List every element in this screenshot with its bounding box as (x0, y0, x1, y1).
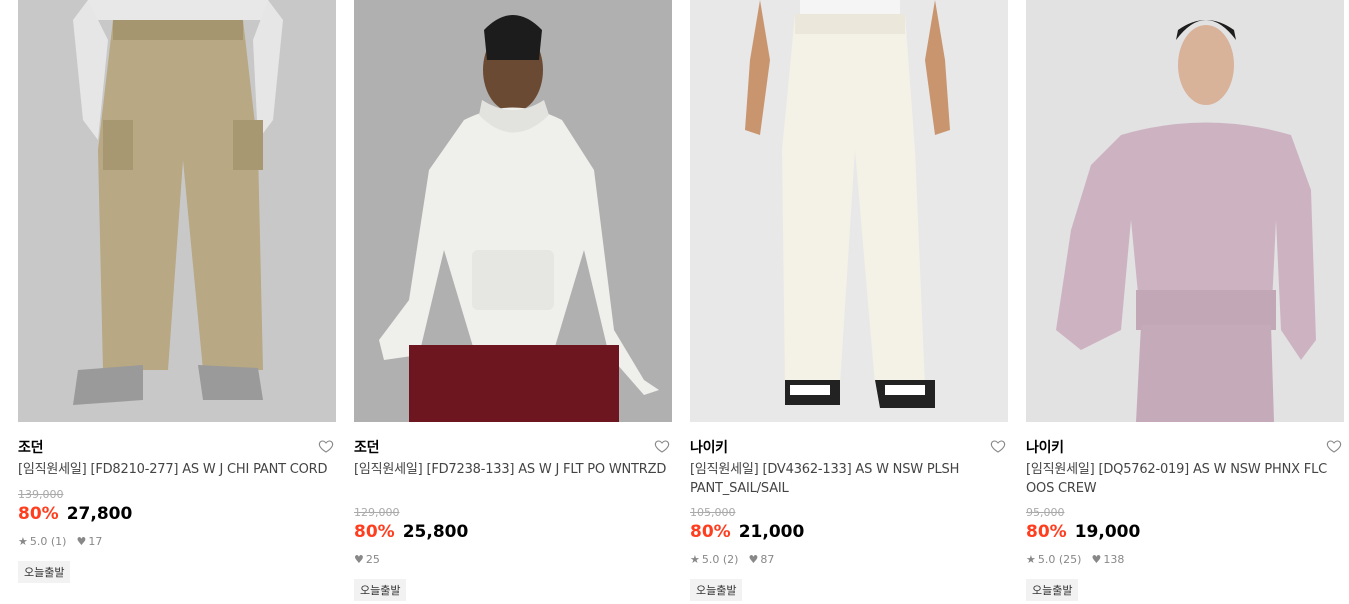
product-card[interactable]: 나이키 [임직원세일] [DV4362-133] AS W NSW PLSH P… (690, 0, 1008, 604)
like-count: 17 (88, 535, 103, 548)
product-image[interactable] (18, 0, 336, 422)
discount-rate: 80% (18, 504, 59, 524)
sale-price: 80% 21,000 (690, 522, 804, 542)
heart-small-icon: ♥ (354, 553, 364, 566)
original-price: 95,000 (1026, 506, 1065, 519)
shipping-badge: 오늘출발 (1026, 579, 1079, 601)
product-brand: 조던 (354, 440, 380, 456)
price-value: 27,800 (66, 504, 133, 524)
discount-rate: 80% (1026, 522, 1067, 542)
product-grid: 조던 [임직원세일] [FD8210-277] AS W J CHI PANT … (18, 0, 1344, 604)
like-count: 138 (1103, 553, 1125, 566)
product-name[interactable]: [임직원세일] [DV4362-133] AS W NSW PLSH PANT_… (690, 460, 1008, 498)
discount-rate: 80% (354, 522, 395, 542)
heart-small-icon: ♥ (1091, 553, 1102, 566)
product-name[interactable]: [임직원세일] [FD7238-133] AS W J FLT PO WNTRZ… (354, 460, 672, 479)
star-icon: ★ (18, 535, 28, 548)
rating-text: 5.0 (25) (1037, 553, 1082, 566)
shipping-badge: 오늘출발 (690, 579, 743, 601)
product-card[interactable]: 조던 [임직원세일] [FD7238-133] AS W J FLT PO WN… (354, 0, 672, 604)
rating-text: 5.0 (2) (701, 553, 739, 566)
star-icon: ★ (1026, 553, 1036, 566)
product-name[interactable]: [임직원세일] [FD8210-277] AS W J CHI PANT COR… (18, 460, 336, 479)
product-meta: ★ 5.0 (25) ♥ 138 (1026, 553, 1124, 566)
original-price: 105,000 (690, 506, 736, 519)
shipping-badge: 오늘출발 (354, 579, 407, 601)
product-meta: ★ 5.0 (2) ♥ 87 (690, 553, 774, 566)
heart-icon[interactable] (318, 438, 334, 454)
product-card[interactable]: 나이키 [임직원세일] [DQ5762-019] AS W NSW PHNX F… (1026, 0, 1344, 604)
price-value: 19,000 (1074, 522, 1141, 542)
original-price: 139,000 (18, 488, 64, 501)
product-card[interactable]: 조던 [임직원세일] [FD8210-277] AS W J CHI PANT … (18, 0, 336, 604)
original-price: 129,000 (354, 506, 400, 519)
like-count: 25 (365, 553, 380, 566)
like-count: 87 (760, 553, 775, 566)
product-brand: 나이키 (1026, 440, 1064, 456)
price-value: 21,000 (738, 522, 805, 542)
heart-small-icon: ♥ (748, 553, 759, 566)
sale-price: 80% 27,800 (18, 504, 132, 524)
product-meta: ♥ 25 (354, 553, 380, 566)
product-brand: 조던 (18, 440, 44, 456)
shipping-badge: 오늘출발 (18, 561, 71, 583)
product-brand: 나이키 (690, 440, 728, 456)
heart-icon[interactable] (990, 438, 1006, 454)
heart-icon[interactable] (1326, 438, 1342, 454)
product-image[interactable] (1026, 0, 1344, 422)
product-name[interactable]: [임직원세일] [DQ5762-019] AS W NSW PHNX FLC O… (1026, 460, 1344, 498)
rating-text: 5.0 (1) (29, 535, 67, 548)
discount-rate: 80% (690, 522, 731, 542)
product-image[interactable] (354, 0, 672, 422)
heart-small-icon: ♥ (76, 535, 87, 548)
product-meta: ★ 5.0 (1) ♥ 17 (18, 535, 102, 548)
price-value: 25,800 (402, 522, 469, 542)
heart-icon[interactable] (654, 438, 670, 454)
product-image[interactable] (690, 0, 1008, 422)
sale-price: 80% 25,800 (354, 522, 468, 542)
sale-price: 80% 19,000 (1026, 522, 1140, 542)
star-icon: ★ (690, 553, 700, 566)
